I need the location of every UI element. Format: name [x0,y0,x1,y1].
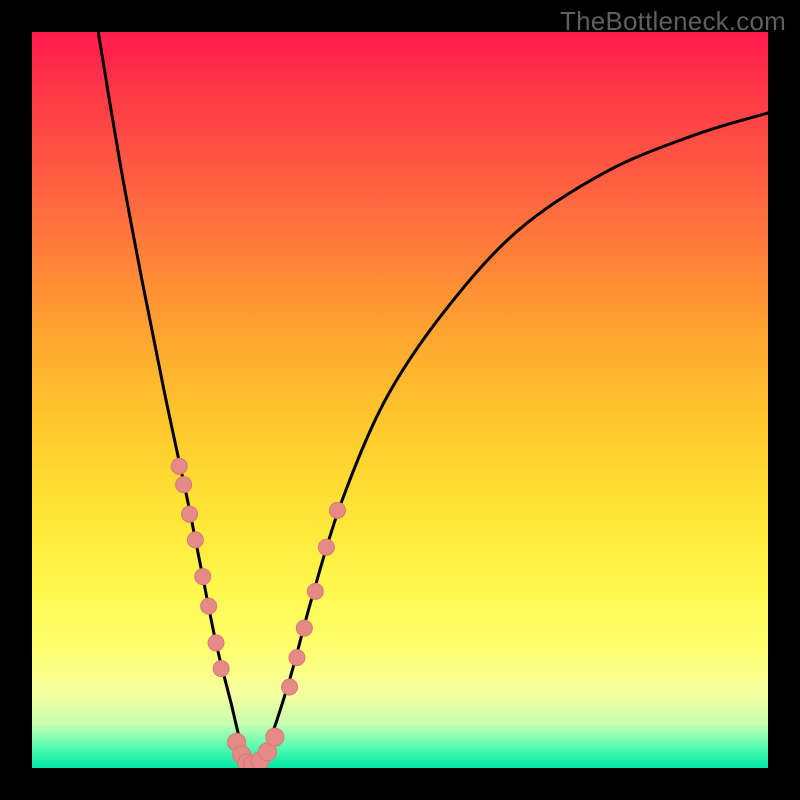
data-marker [201,598,217,614]
data-marker [296,620,312,636]
data-marker [329,502,345,518]
data-marker [176,477,192,493]
data-marker [213,661,229,677]
data-marker [289,650,305,666]
data-marker [307,583,323,599]
chart-svg [32,32,768,768]
watermark-text: TheBottleneck.com [560,6,786,37]
chart-frame: TheBottleneck.com [0,0,800,800]
data-marker [187,532,203,548]
data-marker [266,728,284,746]
data-marker [208,635,224,651]
data-marker [171,458,187,474]
data-marker [182,506,198,522]
data-marker [282,679,298,695]
data-markers [171,458,345,768]
plot-area [32,32,768,768]
data-marker [195,569,211,585]
data-marker [318,539,334,555]
bottleneck-curve [98,32,768,768]
